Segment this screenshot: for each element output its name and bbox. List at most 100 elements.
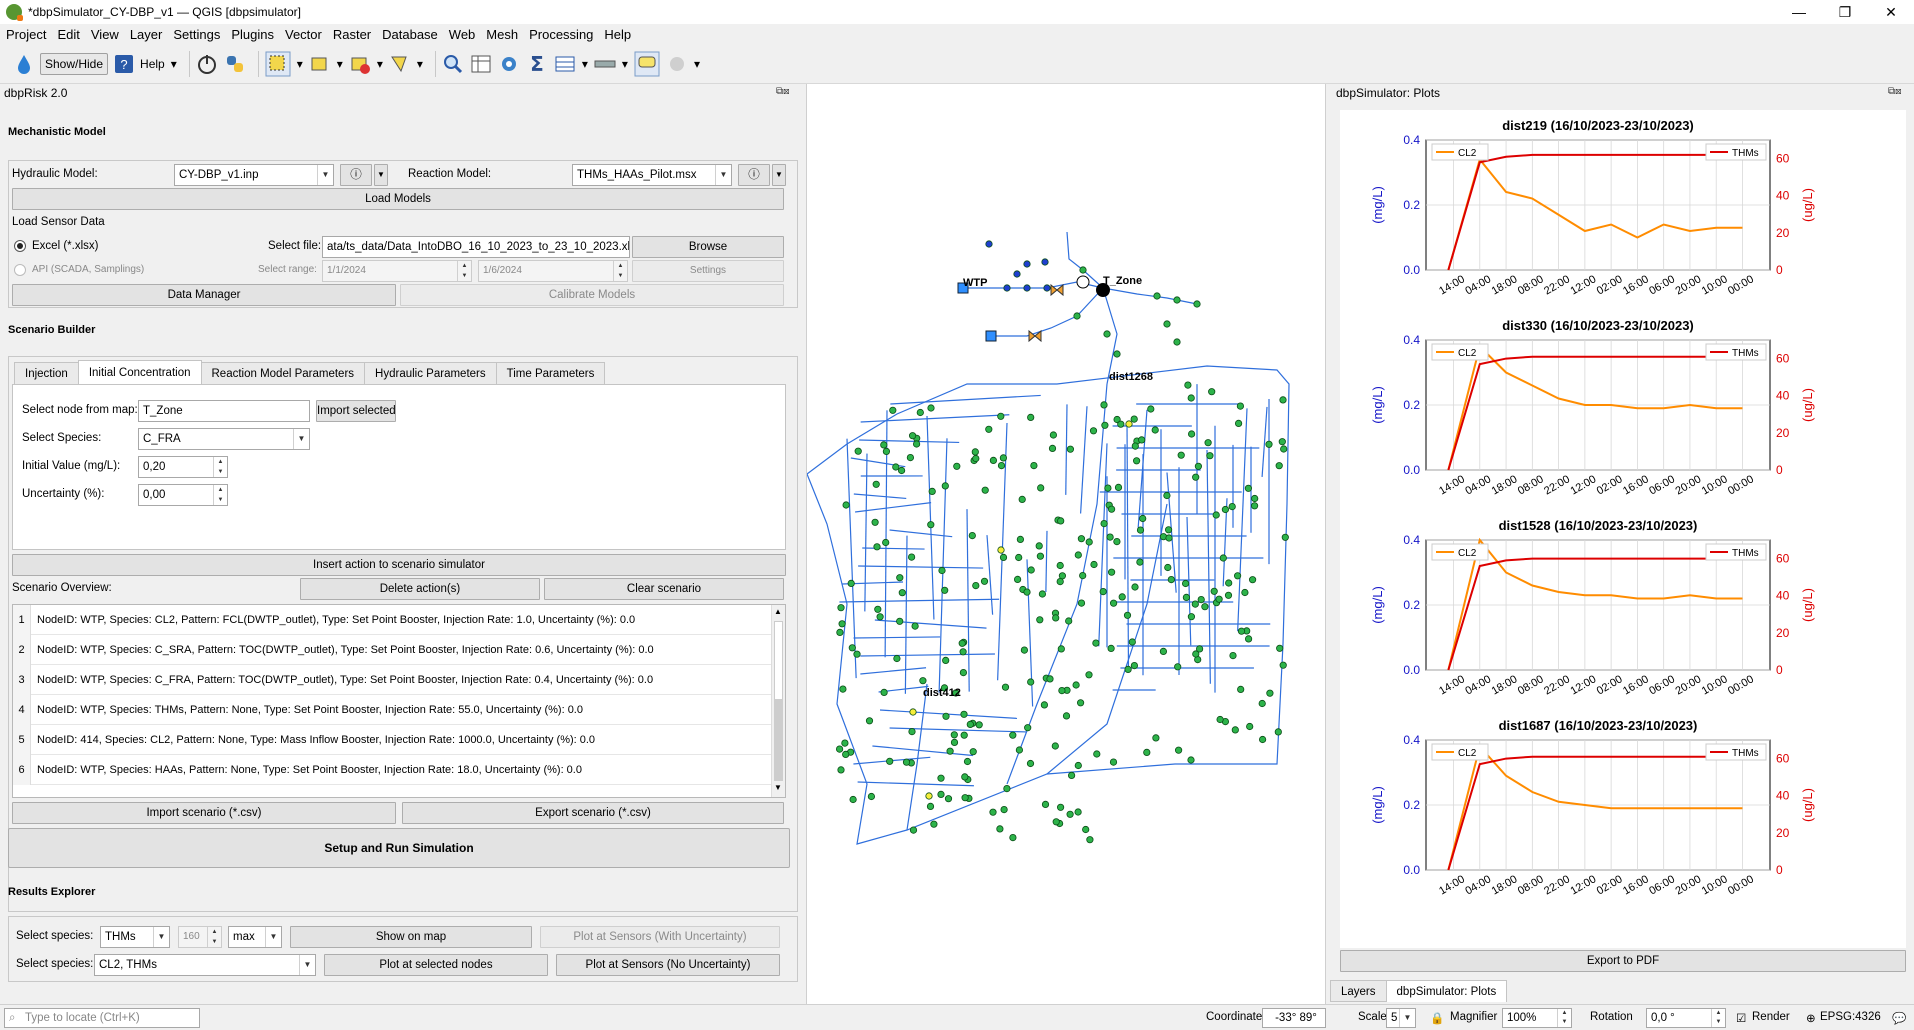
measure-icon[interactable]: [594, 51, 616, 77]
scrollbar-track[interactable]: [774, 699, 783, 781]
render-checkbox[interactable]: ☑: [1736, 1011, 1746, 1025]
plot-selected-nodes-button[interactable]: Plot at selected nodes: [324, 954, 548, 976]
setup-run-simulation-button[interactable]: Setup and Run Simulation: [8, 828, 790, 868]
tab-hydraulic-parameters[interactable]: Hydraulic Parameters: [364, 362, 497, 384]
network-map[interactable]: WTP T_Zone dist1268 dist412: [806, 84, 1325, 1004]
list-item[interactable]: 1 NodeID: WTP, Species: CL2, Pattern: FCL…: [13, 605, 783, 635]
help-icon[interactable]: ?: [114, 51, 134, 77]
plot-sensors-no-uncertainty-button[interactable]: Plot at Sensors (No Uncertainty): [556, 954, 780, 976]
list-item[interactable]: 5 NodeID: 414, Species: CL2, Pattern: Non…: [13, 725, 783, 755]
settings-gear-icon[interactable]: [498, 51, 520, 77]
plot-sensors-uncertainty-button[interactable]: Plot at Sensors (With Uncertainty): [540, 926, 780, 948]
dropdown-arrow-icon[interactable]: ▾: [377, 51, 383, 77]
map-tips-icon[interactable]: [634, 51, 660, 77]
reaction-model-select[interactable]: THMs_HAAs_Pilot.msx ▼: [572, 164, 732, 186]
power-icon[interactable]: [196, 51, 218, 77]
reaction-info-button[interactable]: ⓘ: [738, 164, 770, 186]
menu-mesh[interactable]: Mesh: [486, 27, 518, 42]
hydraulic-info-button[interactable]: ⓘ: [340, 164, 372, 186]
scenario-list-scrollbar[interactable]: ▲ ▼: [771, 605, 785, 797]
menu-edit[interactable]: Edit: [57, 27, 79, 42]
identify-icon[interactable]: [442, 51, 464, 77]
map-canvas[interactable]: WTP T_Zone dist1268 dist412: [806, 84, 1326, 1004]
node-input[interactable]: T_Zone: [138, 400, 310, 422]
list-item[interactable]: 2 NodeID: WTP, Species: C_SRA, Pattern: T…: [13, 635, 783, 665]
locate-search-input[interactable]: ⌕ Type to locate (Ctrl+K): [4, 1008, 200, 1028]
close-button[interactable]: ✕: [1868, 0, 1914, 24]
data-manager-button[interactable]: Data Manager: [12, 284, 396, 306]
menu-help[interactable]: Help: [604, 27, 631, 42]
insert-action-button[interactable]: Insert action to scenario simulator: [12, 554, 786, 576]
crs-label[interactable]: EPSG:4326: [1820, 1011, 1881, 1023]
reaction-info-dropdown[interactable]: ▼: [772, 164, 786, 186]
export-scenario-button[interactable]: Export scenario (*.csv): [402, 802, 784, 824]
list-item[interactable]: 6 NodeID: WTP, Species: HAAs, Pattern: No…: [13, 755, 783, 785]
select-features-icon[interactable]: [265, 51, 291, 77]
deselect-icon[interactable]: [349, 51, 371, 77]
list-item[interactable]: 4 NodeID: WTP, Species: THMs, Pattern: No…: [13, 695, 783, 725]
tab-layers[interactable]: Layers: [1330, 980, 1387, 1002]
menu-project[interactable]: Project: [6, 27, 46, 42]
show-on-map-button[interactable]: Show on map: [290, 926, 532, 948]
api-radio[interactable]: [14, 264, 26, 276]
api-settings-button[interactable]: Settings: [632, 260, 784, 282]
disabled-gear-icon[interactable]: [666, 51, 688, 77]
messages-icon[interactable]: 💬: [1892, 1011, 1906, 1025]
dropdown-arrow-icon[interactable]: ▾: [582, 51, 588, 77]
python-icon[interactable]: [224, 51, 246, 77]
scale-select[interactable]: 5 ▼: [1386, 1008, 1416, 1028]
tab-initial-concentration[interactable]: Initial Concentration: [77, 360, 202, 384]
menu-database[interactable]: Database: [382, 27, 438, 42]
scenario-list[interactable]: 1 NodeID: WTP, Species: CL2, Pattern: FCL…: [12, 604, 786, 798]
range-end-date[interactable]: 1/6/2024 ▲ ▼: [478, 260, 628, 282]
tab-injection[interactable]: Injection: [14, 362, 79, 384]
menu-raster[interactable]: Raster: [333, 27, 371, 42]
panel-float-close-icons[interactable]: ⧉⊠: [1888, 86, 1902, 97]
browse-button[interactable]: Browse: [632, 236, 784, 258]
help-label[interactable]: Help: [140, 51, 165, 77]
menu-plugins[interactable]: Plugins: [231, 27, 274, 42]
water-drop-icon[interactable]: [14, 51, 34, 77]
dropdown-arrow-icon[interactable]: ▾: [417, 51, 423, 77]
menu-settings[interactable]: Settings: [173, 27, 220, 42]
menu-processing[interactable]: Processing: [529, 27, 593, 42]
tab-dbpsimulator-plots[interactable]: dbpSimulator: Plots: [1385, 980, 1508, 1002]
tab-time-parameters[interactable]: Time Parameters: [495, 362, 606, 384]
sigma-icon[interactable]: Σ: [526, 51, 548, 77]
hydraulic-model-select[interactable]: CY-DBP_v1.inp ▼: [174, 164, 334, 186]
result-species-select[interactable]: THMs ▼: [100, 926, 170, 948]
dropdown-arrow-icon[interactable]: ▾: [297, 51, 303, 77]
lock-icon[interactable]: 🔒: [1430, 1011, 1444, 1025]
crs-icon[interactable]: ⊕: [1806, 1011, 1816, 1025]
initial-value-spinbox[interactable]: 0,20 ▲ ▼: [138, 456, 228, 478]
select-by-value-icon[interactable]: [309, 51, 331, 77]
table-view-icon[interactable]: [554, 51, 576, 77]
menu-view[interactable]: View: [91, 27, 119, 42]
minimize-button[interactable]: —: [1776, 0, 1822, 24]
attribute-table-icon[interactable]: [470, 51, 492, 77]
scroll-down-icon[interactable]: ▼: [774, 783, 782, 792]
load-models-button[interactable]: Load Models: [12, 188, 784, 210]
menu-layer[interactable]: Layer: [130, 27, 163, 42]
dropdown-arrow-icon[interactable]: ▾: [337, 51, 343, 77]
calibrate-models-button[interactable]: Calibrate Models: [400, 284, 784, 306]
menu-web[interactable]: Web: [449, 27, 476, 42]
delete-action-button[interactable]: Delete action(s): [300, 578, 540, 600]
sensor-file-path[interactable]: ata/ts_data/Data_IntoDBO_16_10_2023_to_2…: [322, 236, 630, 258]
rotation-field[interactable]: 0,0 ° ▲ ▼: [1646, 1008, 1726, 1028]
excel-radio[interactable]: [14, 240, 26, 252]
species-select[interactable]: C_FRA ▼: [138, 428, 310, 450]
dropdown-arrow-icon[interactable]: ▾: [171, 51, 177, 77]
clear-scenario-button[interactable]: Clear scenario: [544, 578, 784, 600]
hydraulic-info-dropdown[interactable]: ▼: [374, 164, 388, 186]
menu-vector[interactable]: Vector: [285, 27, 322, 42]
import-scenario-button[interactable]: Import scenario (*.csv): [12, 802, 396, 824]
list-item[interactable]: 3 NodeID: WTP, Species: C_FRA, Pattern: T…: [13, 665, 783, 695]
uncertainty-spinbox[interactable]: 0,00 ▲ ▼: [138, 484, 228, 506]
import-selected-button[interactable]: Import selected: [316, 400, 396, 422]
coordinate-field[interactable]: -33° 89°: [1262, 1008, 1326, 1028]
range-start-date[interactable]: 1/1/2024 ▲ ▼: [322, 260, 472, 282]
dropdown-arrow-icon[interactable]: ▾: [694, 51, 700, 77]
select-location-icon[interactable]: [389, 51, 411, 77]
timestep-spinbox[interactable]: 160 ▲ ▼: [178, 926, 222, 948]
